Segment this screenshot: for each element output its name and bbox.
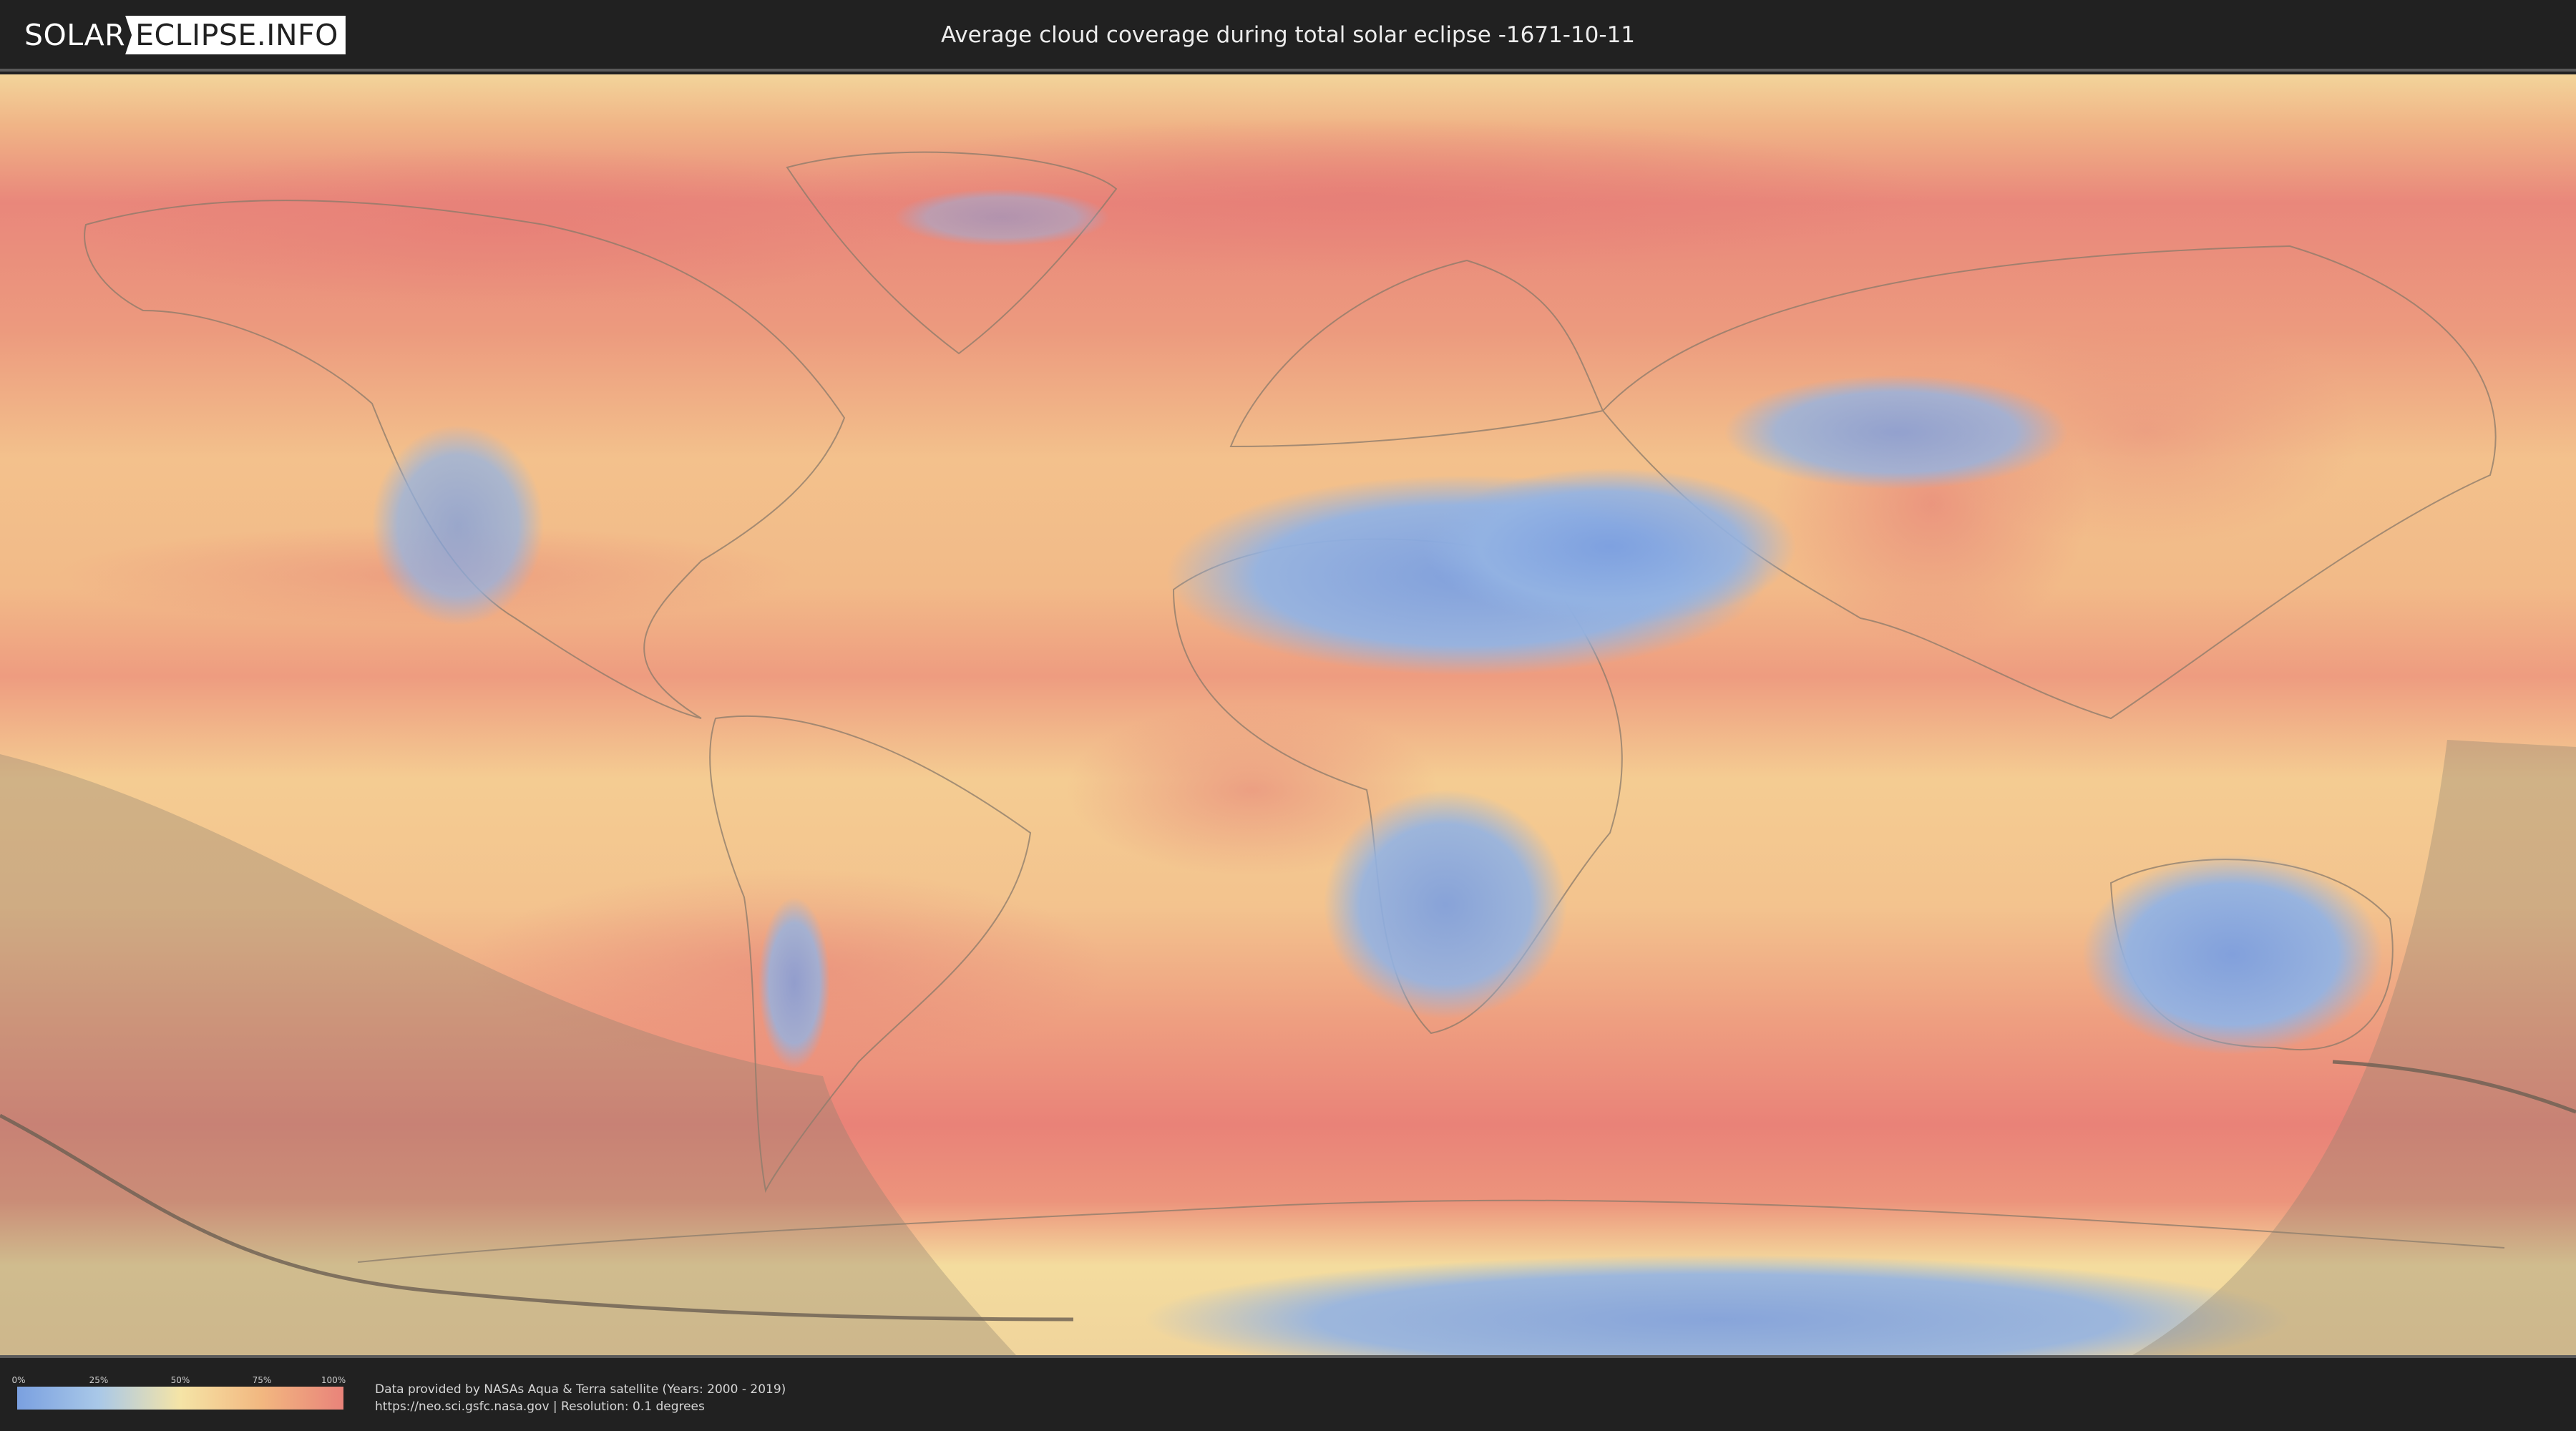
legend-tick-50: 50% <box>170 1375 190 1385</box>
legend-gradient-bar <box>17 1387 343 1410</box>
central-asia-clear <box>1724 375 2068 489</box>
attribution-line-2: https://neo.sci.gsfc.nasa.gov | Resoluti… <box>375 1400 705 1414</box>
data-attribution: Data provided by NASAs Aqua & Terra sate… <box>375 1381 786 1415</box>
legend-tick-0: 0% <box>11 1375 26 1385</box>
footer-bar: 0% 25% 50% 75% 100% Data provided by NAS… <box>0 1355 2576 1431</box>
header-bar: SOLAR ECLIPSE.INFO Average cloud coverag… <box>0 0 2576 72</box>
page-title: Average cloud coverage during total sola… <box>940 22 1636 48</box>
legend-tick-100: 100% <box>321 1375 346 1385</box>
southern-africa-clear <box>1324 790 1567 1019</box>
attribution-line-1: Data provided by NASAs Aqua & Terra sate… <box>375 1382 786 1397</box>
world-map-svg[interactable] <box>0 74 2576 1355</box>
legend-tick-75: 75% <box>252 1375 272 1385</box>
legend-tick-25: 25% <box>89 1375 109 1385</box>
north-america-west-clear <box>372 425 544 625</box>
cloud-coverage-map[interactable] <box>0 74 2576 1355</box>
australia-clear <box>2082 854 2383 1055</box>
andes-clear <box>758 897 830 1069</box>
